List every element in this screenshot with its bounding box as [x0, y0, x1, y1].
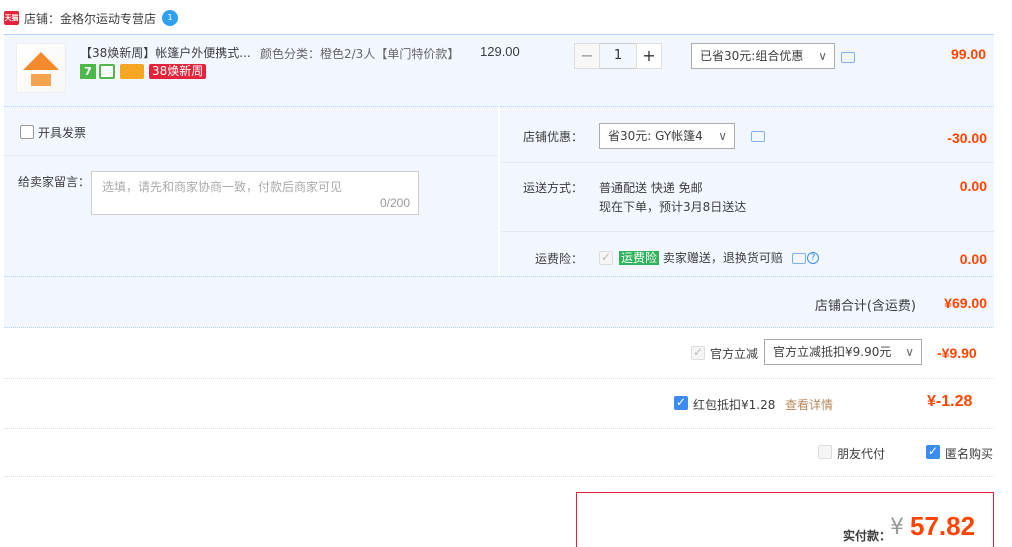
message-placeholder: 选填，请先和商家协商一致，付款后商家可见	[102, 180, 343, 194]
quantity-input[interactable]: 1	[600, 43, 636, 69]
payment-currency: ¥	[890, 515, 904, 540]
official-discount-label: 官方立减	[710, 347, 759, 361]
red-packet-details-link[interactable]: 查看详情	[785, 396, 833, 413]
wangwang-chat-icon[interactable]: 1	[162, 10, 178, 26]
quantity-increase-button[interactable]: +	[636, 43, 662, 69]
payment-label: 实付款：	[843, 529, 892, 543]
insurance-checkbox	[599, 250, 613, 265]
message-label: 给卖家留言：	[18, 175, 91, 189]
invoice-label: 开具发票	[38, 126, 87, 140]
shop-coupon-select[interactable]: 省30元: GY帐篷4 ∨	[599, 123, 735, 149]
shop-summary-panel: 店铺优惠： 省30元: GY帐篷4 ∨ -30.00 运送方式： 普通配送 快递…	[500, 106, 994, 276]
shop-total-bar: 店铺合计(含运费) ¥69.00	[4, 276, 994, 328]
final-payment-box: 实付款： ¥ 57.82	[576, 492, 994, 547]
shipping-method: 普通配送 快递 免邮	[599, 181, 703, 195]
official-discount-checkbox	[691, 345, 705, 360]
item-subtotal: 99.00	[950, 46, 986, 62]
tent-image	[23, 52, 59, 70]
chevron-down-icon: ∨	[818, 49, 827, 63]
insurance-label: 运费险：	[535, 252, 584, 266]
friend-pay-label: 朋友代付	[837, 447, 886, 461]
invoice-checkbox[interactable]	[20, 125, 34, 139]
seven-day-return-icon: 7	[80, 64, 96, 79]
item-title-link[interactable]: 【38焕新周】帐篷户外便携式...	[80, 44, 250, 61]
official-discount-select-value: 官方立减抵扣¥9.90元	[773, 345, 892, 359]
item-thumbnail[interactable]	[16, 43, 66, 93]
official-discount-select[interactable]: 官方立减抵扣¥9.90元 ∨	[764, 339, 922, 365]
quantity-stepper: − 1 +	[574, 43, 662, 69]
shipping-amount: 0.00	[959, 178, 987, 194]
comment-icon[interactable]	[841, 52, 855, 63]
item-promo-select[interactable]: 已省30元:组合优惠 ∨	[691, 43, 835, 69]
friend-pay-checkbox[interactable]	[818, 445, 832, 459]
shop-coupon-amount: -30.00	[947, 130, 987, 146]
shop-coupon-select-value: 省30元: GY帐篷4	[608, 129, 703, 143]
unit-price: 129.00	[480, 44, 520, 59]
anonymous-checkbox[interactable]	[926, 444, 940, 459]
item-promo-select-value: 已省30元:组合优惠	[700, 49, 804, 63]
cart-item-row: 【38焕新周】帐篷户外便携式... 7 38焕新周 颜色分类：橙色2/3人【单门…	[4, 34, 994, 106]
shop-coupon-label: 店铺优惠：	[523, 130, 584, 144]
chevron-down-icon: ∨	[718, 129, 727, 143]
insurance-amount: 0.00	[959, 251, 987, 267]
red-packet-checkbox[interactable]	[674, 395, 688, 410]
item-badges: 7 38焕新周	[80, 64, 207, 79]
sku-info: 颜色分类：橙色2/3人【单门特价款】	[260, 47, 460, 61]
shop-total-amount: ¥69.00	[944, 295, 987, 311]
promo-badge: 38焕新周	[149, 64, 207, 79]
message-textarea[interactable]: 选填，请先和商家协商一致，付款后商家可见 0/200	[91, 171, 419, 215]
comment-icon[interactable]	[751, 131, 765, 142]
anonymous-label: 匿名购买	[945, 447, 994, 461]
official-discount-amount: -¥9.90	[937, 345, 977, 361]
payment-amount: 57.82	[910, 511, 976, 541]
red-packet-amount: ¥-1.28	[927, 393, 973, 410]
shipping-eta: 现在下单，预计3月8日送达	[599, 200, 747, 214]
insurance-tag: 运费险	[619, 251, 660, 265]
shop-total-label: 店铺合计(含运费)	[814, 299, 916, 314]
message-char-count: 0/200	[379, 196, 410, 210]
shipping-label: 运送方式：	[523, 181, 584, 195]
chevron-down-icon: ∨	[905, 345, 914, 359]
insurance-desc: 卖家赠送，退换货可赔	[662, 251, 783, 265]
shield-icon	[99, 64, 115, 79]
comment-icon[interactable]	[792, 253, 806, 264]
help-icon[interactable]: ?	[807, 252, 819, 264]
red-packet-label: 红包抵扣¥1.28	[693, 398, 776, 412]
quantity-decrease-button[interactable]: −	[574, 43, 600, 69]
credit-card-icon	[120, 64, 144, 79]
shop-name-link[interactable]: 店铺：金格尔运动专营店	[24, 10, 156, 27]
tmall-logo-icon: 天猫	[4, 11, 19, 25]
